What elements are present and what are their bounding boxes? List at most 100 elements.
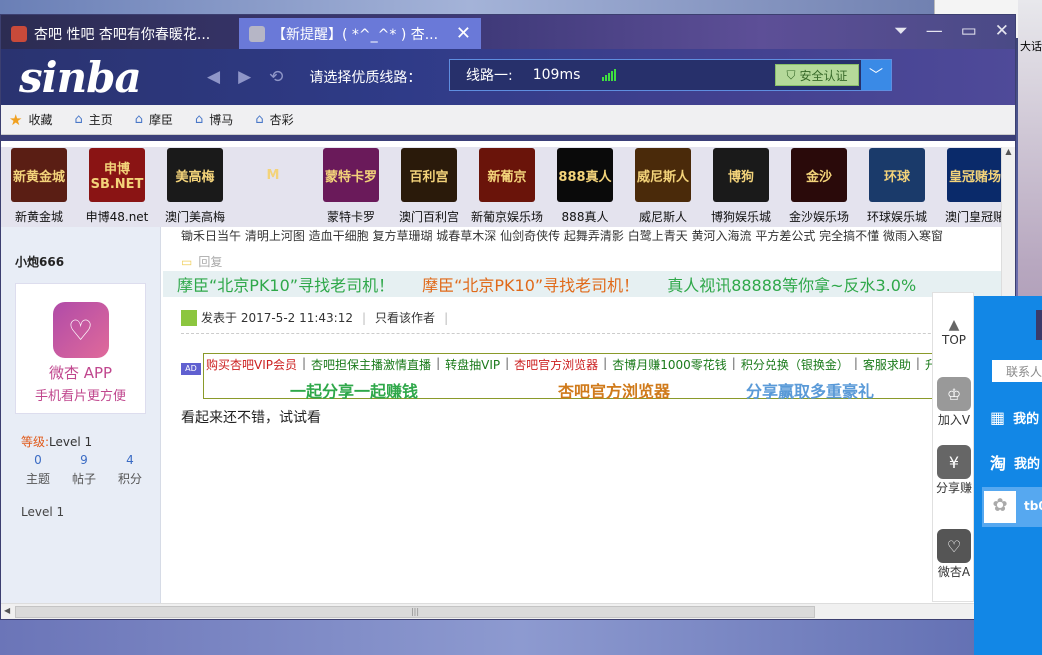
slogan[interactable]: 杏吧官方浏览器 (558, 378, 670, 402)
signal-bars-icon (602, 69, 617, 81)
join-vip-button[interactable]: ♔ 加入V (933, 377, 975, 428)
favorites-item[interactable]: ★ 收藏 (9, 111, 52, 129)
casino-name: 新葡京娱乐场 (470, 210, 543, 224)
toolbar-divider (1, 135, 1015, 141)
user-icon (181, 309, 197, 326)
tool-label: 微杏A (937, 565, 971, 579)
casino-logo: 美高梅 (167, 148, 223, 202)
nav-buttons: ◀ ▶ ⟲ (207, 67, 283, 87)
casino-ad-item[interactable]: 金沙 金沙娱乐场 (781, 147, 857, 227)
casino-ad-item[interactable]: 皇冠赌场 澳门皇冠赌 (937, 147, 1001, 227)
casino-ad-item[interactable]: 博狗 博狗娱乐城 (703, 147, 779, 227)
slogan[interactable]: 一起分享一起赚钱 (290, 378, 418, 402)
close-window-icon[interactable]: ✕ (995, 21, 1009, 41)
casino-ad-item[interactable]: 蒙特卡罗 蒙特卡罗 (313, 147, 389, 227)
home-icon: ⌂ (134, 112, 144, 127)
ticker-item: 摩臣“北京PK10”寻找老司机！ (422, 276, 640, 295)
desktop-bottom-strip (0, 620, 1042, 655)
casino-logo: 蒙特卡罗 (323, 148, 379, 202)
maximize-icon[interactable]: ▭ (961, 21, 977, 41)
casino-name: 澳门百利宫 (398, 210, 459, 224)
author-sidebar: 小炮666 ♡ 微杏 APP 手机看片更方便 等级:Level 1 0 主题 9… (1, 227, 161, 603)
refresh-icon[interactable]: ⟲ (269, 67, 283, 87)
back-icon[interactable]: ◀ (207, 67, 220, 87)
avatar[interactable]: ♡ 微杏 APP 手机看片更方便 (15, 283, 146, 414)
route-latency: 109ms (532, 67, 581, 83)
promo-link[interactable]: 积分兑换（银换金） (741, 356, 849, 373)
promo-link[interactable]: 购买杏吧VIP会员 (206, 356, 297, 373)
casino-ad-item[interactable]: M (235, 147, 311, 227)
qq-selected-contact[interactable]: ✿ tb0 (982, 487, 1042, 527)
separator: | (731, 356, 736, 370)
home-icon: ⌂ (255, 112, 264, 127)
casino-name: 蒙特卡罗 (326, 210, 375, 224)
horizontal-scrollbar[interactable]: ◀ ||| (1, 603, 1001, 619)
casino-ad-strip: 新黄金城 新黄金城 申博 SB.NET 申博48.net 美高梅 澳门美高梅 M 蒙特卡罗 蒙特… (1, 147, 1001, 227)
casino-ad-item[interactable]: 新葡京 新葡京娱乐场 (469, 147, 545, 227)
scroll-up-icon[interactable]: ▲ (1002, 147, 1015, 156)
promo-link[interactable]: 杏吧担保主播激情直播 (311, 356, 431, 373)
forward-icon[interactable]: ▶ (238, 67, 251, 87)
route-selector[interactable]: 线路一: 109ms ⛉ 安全认证 ﹀ (449, 59, 892, 91)
casino-logo: 新黄金城 (11, 148, 67, 202)
top-arrow-icon: ▲ (948, 317, 960, 333)
casino-ad-item[interactable]: 环球 环球娱乐城 (859, 147, 935, 227)
promo-link[interactable]: 转盘抽VIP (445, 356, 500, 373)
casino-name: 威尼斯人 (638, 210, 687, 224)
casino-ad-item[interactable]: 申博 SB.NET 申博48.net (79, 147, 155, 227)
post-body: 看起来还不错，试试看 (181, 410, 321, 426)
bookmark-boma[interactable]: ⌂ 博马 (195, 111, 233, 128)
promo-link[interactable]: 客服求助 (863, 356, 911, 373)
tab-title: 【新提醒】( *^_^* ) 杏... (272, 26, 439, 43)
casino-ad-item[interactable]: 美高梅 澳门美高梅 (157, 147, 233, 227)
stat-points[interactable]: 4 积分 (107, 453, 153, 487)
scroll-thumb[interactable]: ||| (15, 606, 815, 618)
divider (181, 333, 1001, 334)
casino-logo: 环球 (869, 148, 925, 202)
app-button[interactable]: ♡ 微杏A (933, 529, 975, 580)
contact-search-input[interactable]: 联系人 (992, 360, 1042, 382)
back-to-top-button[interactable]: ▲ TOP (933, 317, 975, 347)
casino-ad-item[interactable]: 百利宫 澳门百利宫 (391, 147, 467, 227)
bookmark-label: 主页 (88, 113, 113, 127)
casino-ad-item[interactable]: 新黄金城 新黄金城 (1, 147, 77, 227)
qq-row[interactable]: 淘 我的 (990, 450, 1040, 474)
stat-posts[interactable]: 9 帖子 (61, 453, 107, 487)
bookmark-home[interactable]: ⌂ 主页 (74, 111, 112, 128)
bookmark-xingcai[interactable]: ⌂ 杏彩 (255, 111, 293, 128)
site-favicon-icon (249, 25, 265, 42)
reply-button[interactable]: 回复 (181, 253, 222, 270)
qq-row[interactable]: ▦ 我的 (990, 408, 1039, 427)
ticker-item: 摩臣“北京PK10”寻找老司机！ (177, 276, 395, 295)
money-bag-icon: ¥ (937, 445, 971, 479)
casino-logo: 金沙 (791, 148, 847, 202)
security-badge: ⛉ 安全认证 (775, 64, 859, 86)
stat-topics[interactable]: 0 主题 (15, 453, 61, 487)
casino-logo: 百利宫 (401, 148, 457, 202)
author-name[interactable]: 小炮666 (15, 253, 64, 270)
qq-row-label: 我的 (1014, 456, 1041, 472)
bookmark-label: 博马 (209, 113, 234, 127)
tab-inactive[interactable]: 杏吧 性吧 杏吧有你春暖花... (1, 18, 237, 49)
ad-ticker[interactable]: 摩臣“北京PK10”寻找老司机！ 摩臣“北京PK10”寻找老司机！ 真人视讯88… (163, 271, 1001, 297)
casino-ad-item[interactable]: 威尼斯人 威尼斯人 (625, 147, 701, 227)
casino-name: 澳门皇冠赌 (944, 210, 1001, 224)
promo-link[interactable]: 杏博月赚1000零花钱 (612, 356, 727, 373)
stat-value: 0 (34, 453, 42, 467)
minimize-icon[interactable]: — (926, 21, 943, 41)
tab-bar: 杏吧 性吧 杏吧有你春暖花... 【新提醒】( *^_^* ) 杏... ✕ ⏷… (1, 15, 1015, 49)
share-earn-button[interactable]: ¥ 分享赚 (933, 445, 975, 496)
close-tab-icon[interactable]: ✕ (456, 23, 471, 44)
promo-link[interactable]: 杏吧官方浏览器 (514, 356, 598, 373)
tab-active[interactable]: 【新提醒】( *^_^* ) 杏... ✕ (239, 18, 481, 49)
contact-name: tb0 (1024, 499, 1042, 513)
only-author-link[interactable]: 只看该作者 (375, 309, 435, 326)
chevron-down-icon[interactable]: ﹀ (861, 60, 891, 90)
bookmark-label: 摩臣 (149, 113, 174, 127)
dropdown-menu-icon[interactable]: ⏷ (894, 21, 908, 41)
bookmark-mochen[interactable]: ⌂ 摩臣 (135, 111, 173, 128)
casino-ad-item[interactable]: 888真人 888真人 (547, 147, 623, 227)
slogan[interactable]: 分享赢取多重豪礼 (746, 378, 874, 402)
casino-logo: 博狗 (713, 148, 769, 202)
scroll-left-icon[interactable]: ◀ (4, 606, 10, 615)
